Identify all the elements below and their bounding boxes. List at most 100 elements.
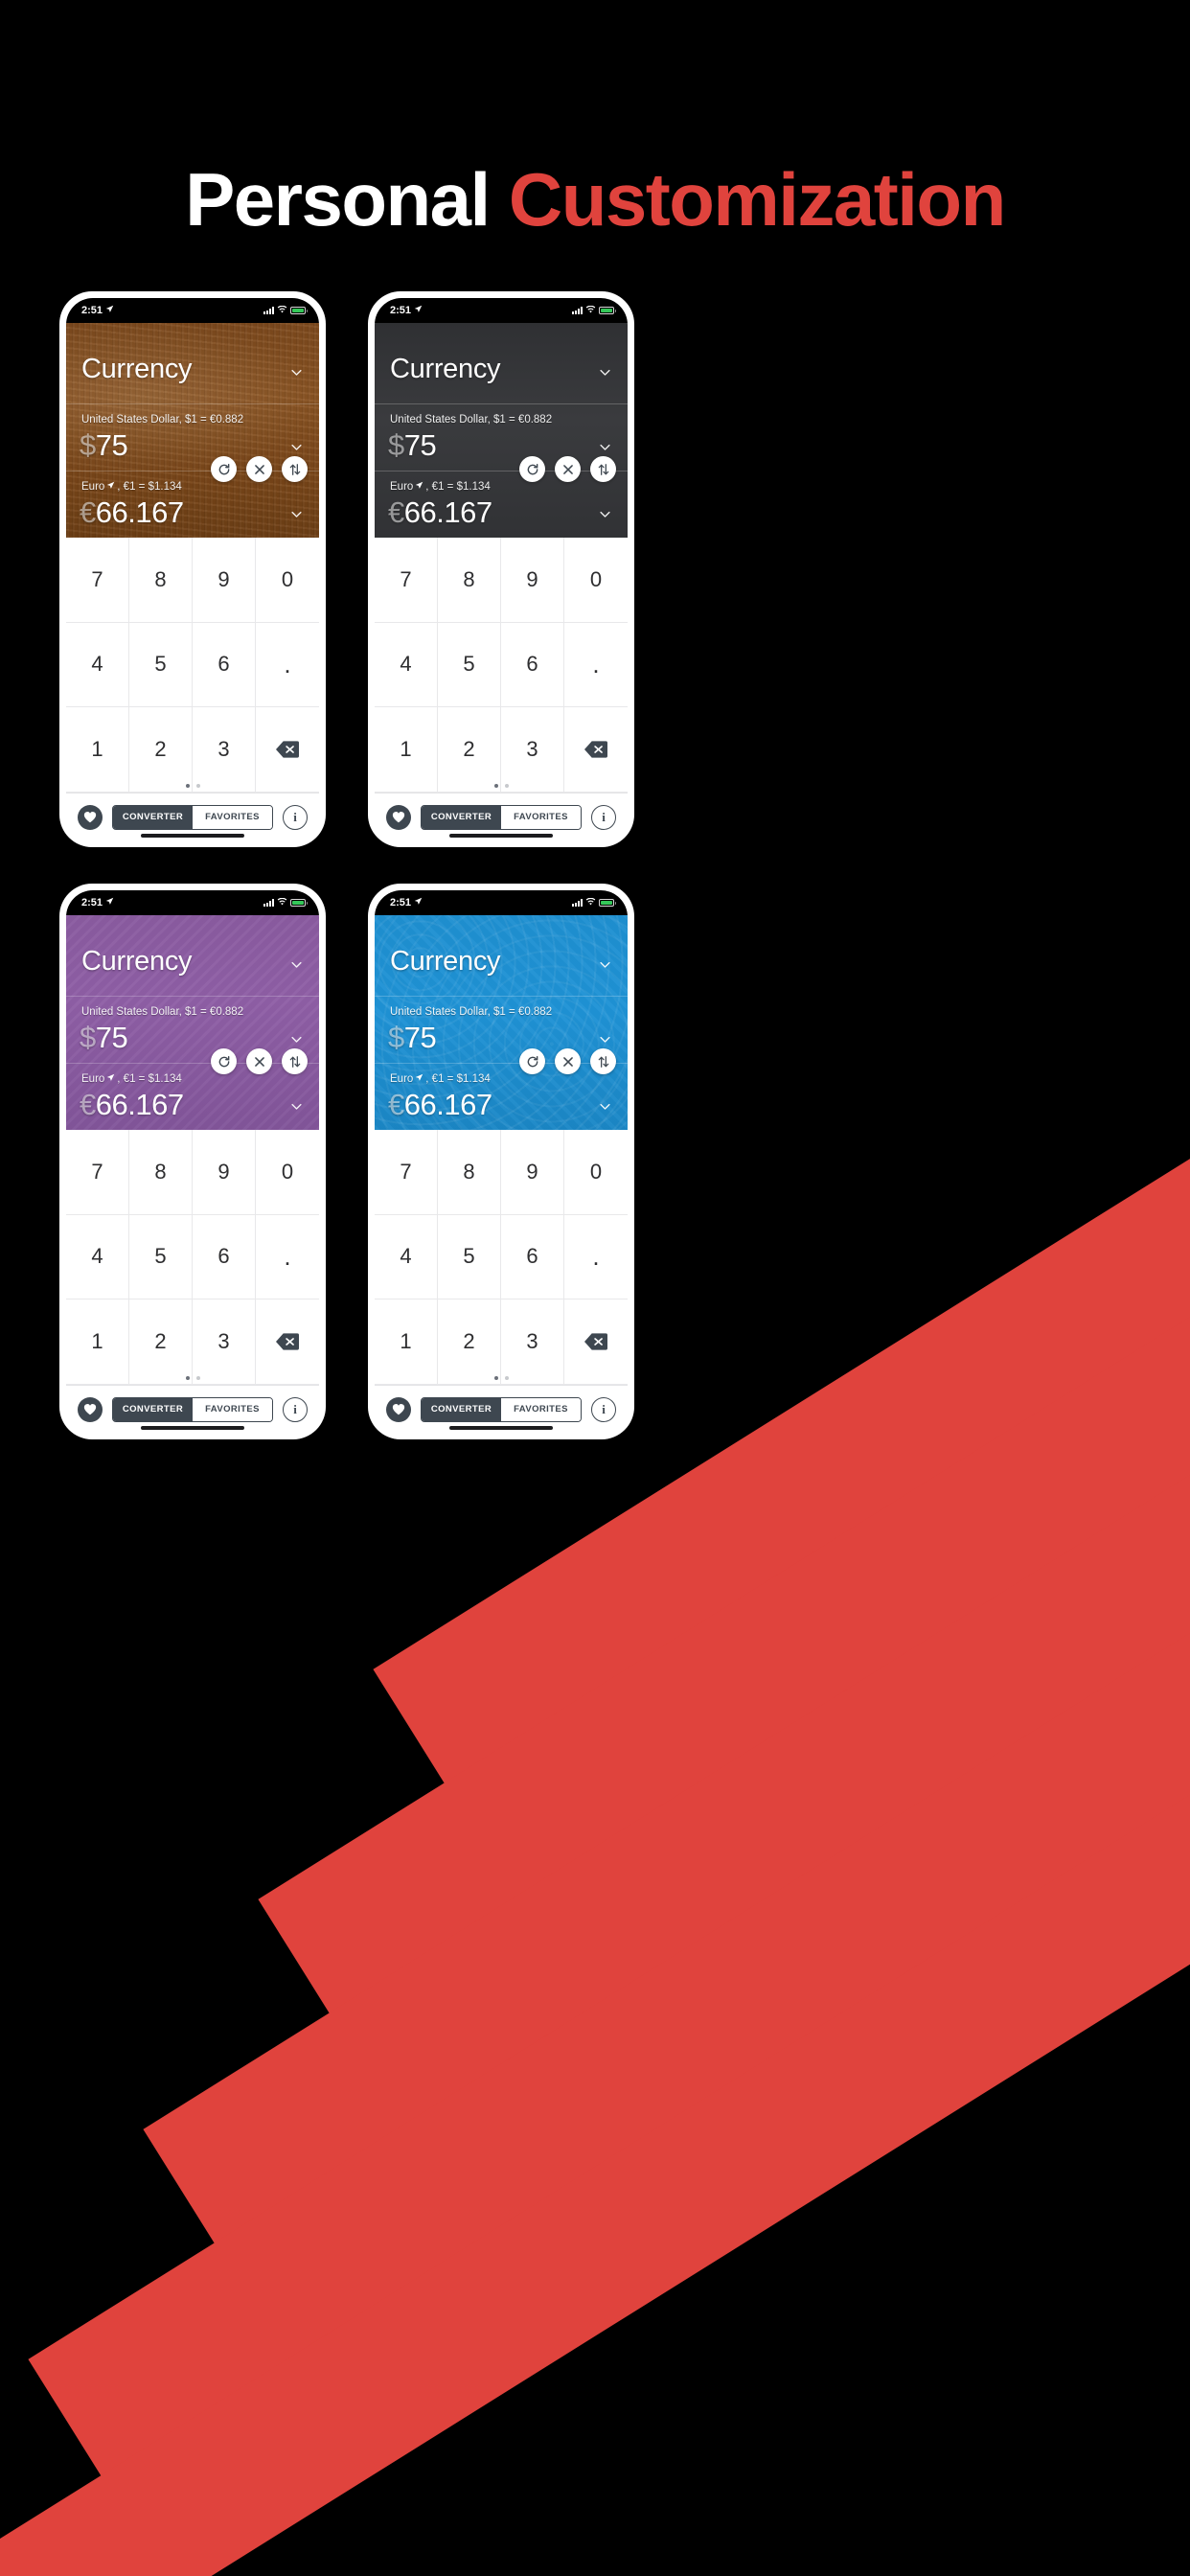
key-3[interactable]: 3: [501, 707, 564, 793]
to-currency-chevron-down-icon[interactable]: [598, 1099, 612, 1118]
key-1[interactable]: 1: [66, 1300, 129, 1385]
key-1[interactable]: 1: [66, 707, 129, 793]
clear-button[interactable]: [246, 456, 272, 482]
clear-button[interactable]: [246, 1048, 272, 1074]
favorite-button[interactable]: [386, 1396, 411, 1422]
key-4[interactable]: 4: [66, 1214, 129, 1300]
key-4[interactable]: 4: [66, 622, 129, 708]
key-8[interactable]: 8: [129, 538, 193, 623]
key-0[interactable]: 0: [256, 538, 319, 623]
tab-converter[interactable]: CONVERTER: [422, 805, 501, 829]
delete-icon[interactable]: [256, 707, 319, 793]
key-6[interactable]: 6: [193, 1214, 256, 1300]
refresh-button[interactable]: [519, 1048, 545, 1074]
key-5[interactable]: 5: [129, 1214, 193, 1300]
key-6[interactable]: 6: [501, 622, 564, 708]
clear-button[interactable]: [555, 1048, 581, 1074]
key-8[interactable]: 8: [438, 538, 501, 623]
key-7[interactable]: 7: [66, 538, 129, 623]
key-0[interactable]: 0: [256, 1130, 319, 1215]
tab-converter[interactable]: CONVERTER: [422, 1397, 501, 1421]
swap-button[interactable]: [590, 1048, 616, 1074]
favorite-button[interactable]: [78, 1396, 103, 1422]
swap-button[interactable]: [590, 456, 616, 482]
key-2[interactable]: 2: [129, 1300, 193, 1385]
refresh-button[interactable]: [211, 1048, 237, 1074]
key-0[interactable]: 0: [564, 1130, 628, 1215]
page-dot[interactable]: [185, 784, 190, 788]
delete-icon[interactable]: [564, 707, 628, 793]
key-4[interactable]: 4: [375, 1214, 438, 1300]
key-8[interactable]: 8: [438, 1130, 501, 1215]
to-currency-chevron-down-icon[interactable]: [598, 507, 612, 526]
chevron-down-icon[interactable]: [289, 365, 304, 384]
delete-icon[interactable]: [256, 1300, 319, 1385]
info-button[interactable]: i: [283, 1396, 308, 1422]
tab-favorites[interactable]: FAVORITES: [501, 1397, 581, 1421]
to-amount[interactable]: €66.167: [80, 495, 184, 530]
tab-converter[interactable]: CONVERTER: [113, 1397, 193, 1421]
key-3[interactable]: 3: [193, 707, 256, 793]
key-4[interactable]: 4: [375, 622, 438, 708]
from-amount[interactable]: $75: [388, 1021, 437, 1055]
to-currency-chevron-down-icon[interactable]: [289, 1099, 304, 1118]
to-currency-chevron-down-icon[interactable]: [289, 507, 304, 526]
key-3[interactable]: 3: [501, 1300, 564, 1385]
key-decimal[interactable]: .: [564, 1215, 628, 1300]
tab-favorites[interactable]: FAVORITES: [501, 805, 581, 829]
delete-icon[interactable]: [564, 1300, 628, 1385]
page-dot[interactable]: [493, 1376, 498, 1380]
page-dot[interactable]: [504, 1376, 509, 1380]
tab-favorites[interactable]: FAVORITES: [193, 805, 272, 829]
key-7[interactable]: 7: [66, 1130, 129, 1215]
page-dot[interactable]: [493, 784, 498, 788]
key-7[interactable]: 7: [375, 1130, 438, 1215]
chevron-down-icon[interactable]: [598, 957, 612, 977]
favorite-button[interactable]: [386, 804, 411, 830]
key-8[interactable]: 8: [129, 1130, 193, 1215]
page-dot[interactable]: [195, 784, 200, 788]
key-9[interactable]: 9: [193, 538, 256, 623]
from-amount[interactable]: $75: [80, 1021, 128, 1055]
page-dot[interactable]: [504, 784, 509, 788]
swap-button[interactable]: [282, 1048, 308, 1074]
key-7[interactable]: 7: [375, 538, 438, 623]
key-decimal[interactable]: .: [256, 1215, 319, 1300]
chevron-down-icon[interactable]: [598, 365, 612, 384]
key-9[interactable]: 9: [501, 1130, 564, 1215]
key-1[interactable]: 1: [375, 1300, 438, 1385]
clear-button[interactable]: [555, 456, 581, 482]
key-6[interactable]: 6: [193, 622, 256, 708]
key-2[interactable]: 2: [438, 1300, 501, 1385]
tab-converter[interactable]: CONVERTER: [113, 805, 193, 829]
key-2[interactable]: 2: [129, 707, 193, 793]
to-amount[interactable]: €66.167: [388, 1088, 492, 1122]
key-2[interactable]: 2: [438, 707, 501, 793]
page-dot[interactable]: [195, 1376, 200, 1380]
info-button[interactable]: i: [591, 1396, 616, 1422]
key-decimal[interactable]: .: [564, 623, 628, 708]
chevron-down-icon[interactable]: [289, 957, 304, 977]
key-9[interactable]: 9: [501, 538, 564, 623]
key-1[interactable]: 1: [375, 707, 438, 793]
key-3[interactable]: 3: [193, 1300, 256, 1385]
refresh-button[interactable]: [519, 456, 545, 482]
key-5[interactable]: 5: [129, 622, 193, 708]
info-button[interactable]: i: [283, 804, 308, 830]
refresh-button[interactable]: [211, 456, 237, 482]
key-5[interactable]: 5: [438, 622, 501, 708]
key-5[interactable]: 5: [438, 1214, 501, 1300]
page-dot[interactable]: [185, 1376, 190, 1380]
swap-button[interactable]: [282, 456, 308, 482]
key-9[interactable]: 9: [193, 1130, 256, 1215]
to-amount[interactable]: €66.167: [80, 1088, 184, 1122]
favorite-button[interactable]: [78, 804, 103, 830]
tab-favorites[interactable]: FAVORITES: [193, 1397, 272, 1421]
from-amount[interactable]: $75: [388, 428, 437, 463]
from-amount[interactable]: $75: [80, 428, 128, 463]
info-button[interactable]: i: [591, 804, 616, 830]
key-decimal[interactable]: .: [256, 623, 319, 708]
key-0[interactable]: 0: [564, 538, 628, 623]
to-amount[interactable]: €66.167: [388, 495, 492, 530]
key-6[interactable]: 6: [501, 1214, 564, 1300]
